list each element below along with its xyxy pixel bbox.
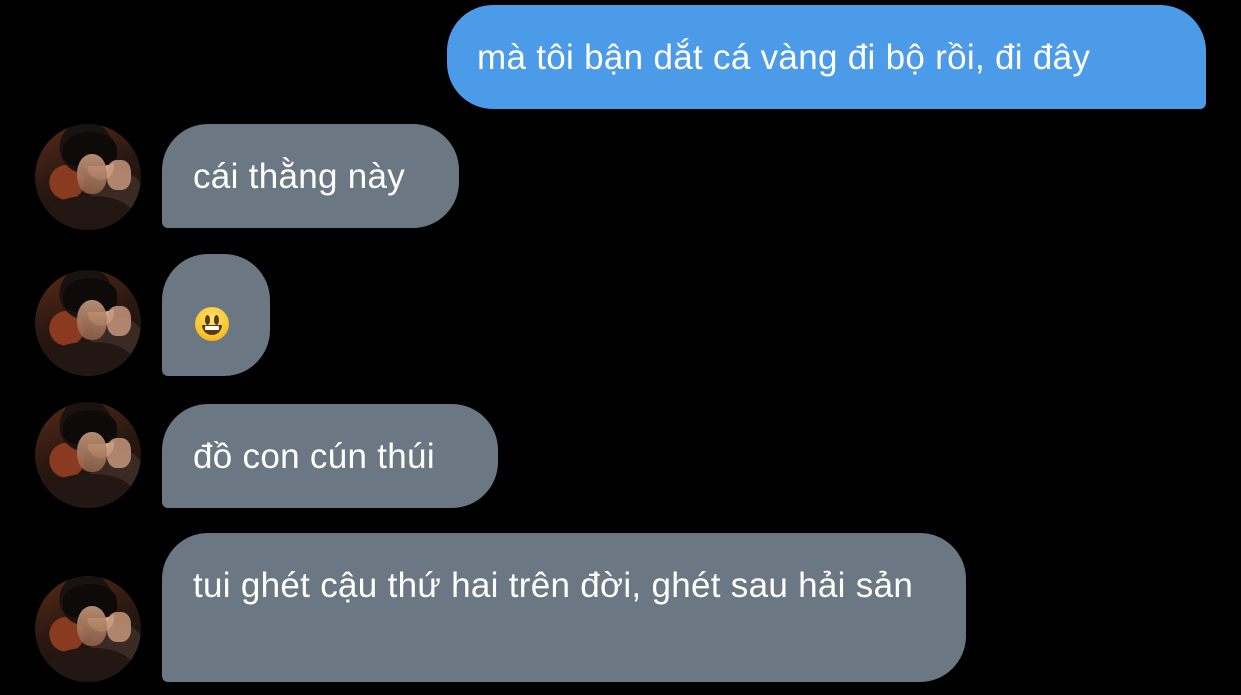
message-text: mà tôi bận dắt cá vàng đi bộ rồi, đi đây (477, 38, 1091, 77)
contact-avatar[interactable] (35, 402, 141, 508)
message-text: cái thằng này (193, 157, 406, 196)
contact-avatar[interactable] (35, 270, 141, 376)
message-text: đồ con cún thúi (193, 437, 435, 476)
contact-avatar[interactable] (35, 576, 141, 682)
smiling-face-emoji-icon (195, 306, 229, 341)
sent-message-bubble[interactable]: mà tôi bận dắt cá vàng đi bộ rồi, đi đây (447, 5, 1206, 109)
received-message-bubble[interactable]: tui ghét cậu thứ hai trên đời, ghét sau … (162, 533, 966, 682)
received-message-bubble[interactable]: cái thằng này (162, 124, 459, 228)
chat-thread: mà tôi bận dắt cá vàng đi bộ rồi, đi đây… (0, 0, 1241, 695)
received-message-bubble[interactable]: đồ con cún thúi (162, 404, 498, 508)
received-message-bubble[interactable] (162, 254, 270, 376)
contact-avatar[interactable] (35, 124, 141, 230)
message-text: tui ghét cậu thứ hai trên đời, ghét sau … (193, 566, 914, 605)
